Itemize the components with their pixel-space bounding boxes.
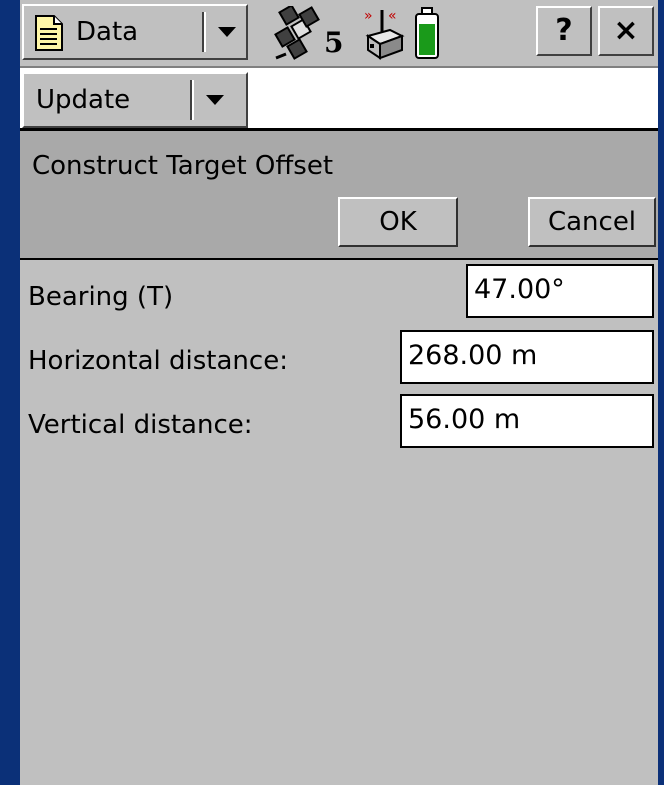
radio-link-icon[interactable]: » « xyxy=(360,6,408,60)
horizontal-distance-label: Horizontal distance: xyxy=(28,346,288,376)
satellite-count: 5 xyxy=(324,26,344,59)
vertical-distance-field[interactable]: 56.00 m xyxy=(400,394,654,448)
ok-button[interactable]: OK xyxy=(338,197,458,247)
cancel-button[interactable]: Cancel xyxy=(528,197,656,247)
document-icon xyxy=(35,15,63,51)
dialog-header: Construct Target Offset OK Cancel xyxy=(20,128,658,258)
close-button[interactable]: × xyxy=(598,6,654,56)
data-menu-label: Data xyxy=(76,17,139,47)
svg-text:»: » xyxy=(364,8,373,24)
dropdown-divider xyxy=(190,80,194,120)
top-bar: Data 5 » « ? × xyxy=(20,0,658,66)
window-edge-right xyxy=(658,0,664,785)
help-button[interactable]: ? xyxy=(536,6,592,56)
chevron-down-icon xyxy=(218,27,236,37)
update-menu-label: Update xyxy=(36,85,131,115)
app-window: Data 5 » « ? × Update Construct Target O… xyxy=(20,0,658,785)
svg-text:«: « xyxy=(388,8,397,24)
dialog-title: Construct Target Offset xyxy=(32,151,334,181)
update-menu-button[interactable]: Update xyxy=(22,72,248,128)
data-menu-button[interactable]: Data xyxy=(22,4,248,60)
bearing-field[interactable]: 47.00° xyxy=(466,264,654,318)
vertical-distance-label: Vertical distance: xyxy=(28,410,253,440)
command-bar: Update xyxy=(20,66,658,128)
offset-form: Bearing (T) 47.00° Horizontal distance: … xyxy=(20,258,658,785)
satellite-icon[interactable] xyxy=(272,6,324,60)
window-edge-left xyxy=(0,0,20,785)
battery-icon[interactable] xyxy=(414,6,440,60)
bearing-label: Bearing (T) xyxy=(28,282,174,312)
dropdown-divider xyxy=(202,12,206,52)
chevron-down-icon xyxy=(206,95,224,105)
horizontal-distance-field[interactable]: 268.00 m xyxy=(400,330,654,384)
